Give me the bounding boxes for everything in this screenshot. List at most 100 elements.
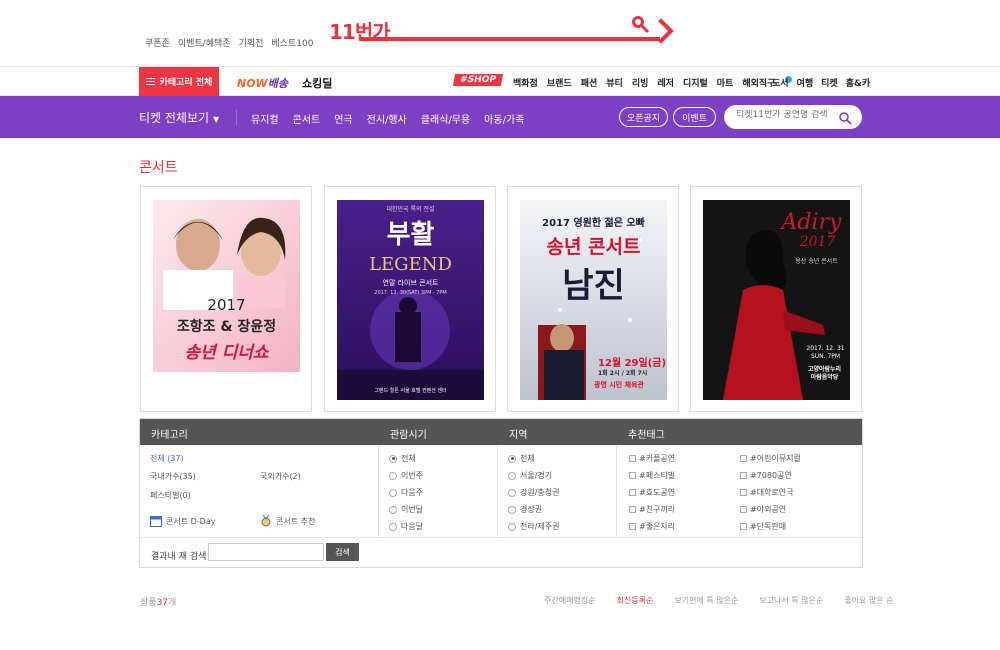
gnb-item-books[interactable]: 도서 (772, 76, 789, 89)
poster-script-title: Adiry (781, 210, 842, 235)
region-option[interactable]: 전라/제주권 (508, 521, 560, 532)
tag-option[interactable]: #어린이뮤지컬 (740, 453, 801, 464)
category-overseas[interactable]: 국외가수(2) (260, 471, 301, 482)
gnb-item-ticket[interactable]: 티켓 (821, 76, 838, 89)
gnb-item-homecar[interactable]: 홈&카 (846, 76, 870, 89)
category-all[interactable]: 전체 (37) (150, 453, 184, 464)
gnb-item-brand[interactable]: 브랜드 (547, 76, 572, 89)
sort-latest[interactable]: 최신등록순 (617, 595, 654, 606)
poster-date: 2017. 12. 31 (806, 345, 845, 352)
checkbox-icon (629, 506, 636, 513)
ticket-tab-classic[interactable]: 클래식/무용 (421, 111, 470, 126)
tag-option[interactable]: #단독판매 (740, 521, 786, 532)
product-card[interactable]: 2017 조항조 & 장윤정 송년 디너쇼 (140, 186, 312, 412)
ticket-tab-kids[interactable]: 아동/가족 (484, 111, 524, 126)
shocking-deal-link[interactable]: 쇼킹딜 (302, 75, 332, 91)
divider (236, 109, 237, 125)
top-link-best[interactable]: 베스트100 (271, 36, 313, 49)
product-card[interactable]: Adiry 2017 용산 송년 콘서트 2017. 12. 31 SUN. 7… (690, 186, 862, 412)
ticket-search-input[interactable] (736, 110, 836, 120)
ticket-tab-concert[interactable]: 콘서트 (293, 111, 321, 126)
poster-artist: 남진 (562, 266, 625, 306)
tag-option[interactable]: #대학로연극 (740, 487, 794, 498)
checkbox-icon (740, 489, 747, 496)
gnb-item-fashion[interactable]: 패션 (581, 76, 598, 89)
tag-option[interactable]: #좋은자리 (629, 521, 675, 532)
result-search-button[interactable]: 검색 (326, 543, 359, 561)
period-option[interactable]: 다음주 (389, 487, 423, 498)
concert-recommend-link[interactable]: 콘서트 추천 (260, 515, 315, 527)
ticket-tab-play[interactable]: 연극 (334, 111, 352, 126)
category-festival[interactable]: 페스티벌(0) (150, 490, 191, 501)
filter-header-region: 지역 (509, 430, 528, 441)
now-delivery-link[interactable]: NOW배송 (237, 75, 288, 91)
ticket-tab-exhibition[interactable]: 전시/행사 (367, 111, 407, 126)
period-option[interactable]: 전체 (389, 453, 416, 464)
category-domestic[interactable]: 국내가수(35) (150, 471, 196, 482)
shop-badge[interactable]: #SHOP (452, 74, 503, 86)
period-option[interactable]: 이번주 (389, 470, 423, 481)
gnb-item-leisure[interactable]: 레저 (657, 76, 674, 89)
gnb-item-living[interactable]: 리빙 (632, 76, 649, 89)
poster-image[interactable]: 2017 조항조 & 장윤정 송년 디너쇼 (153, 200, 300, 400)
poster-time: 1회 2시 / 2회 7시 (598, 370, 648, 377)
sort-post-review[interactable]: 보고나서 특 많은순 (759, 595, 823, 606)
period-option[interactable]: 이번달 (389, 504, 423, 515)
poster-artists: 조항조 & 장윤정 (176, 319, 277, 335)
product-card[interactable]: 대한민국 록의 전설 부활 LEGEND 연말 라이브 콘서트 2017. 12… (324, 186, 496, 412)
poster-subtitle: LEGEND (369, 254, 452, 275)
poster-time: SUN. 7PM (810, 353, 841, 360)
gnb-item-digital[interactable]: 디지털 (683, 76, 708, 89)
open-notice-button[interactable]: 오픈공지 (619, 107, 668, 127)
sort-weekly-rank[interactable]: 주간예매랭킹순 (544, 595, 596, 606)
top-link-event[interactable]: 이벤트/혜택존 (178, 36, 231, 49)
gnb-item-department[interactable]: 백화점 (513, 76, 538, 89)
category-all-button[interactable]: 카테고리 전체 (139, 67, 219, 96)
region-option[interactable]: 강원/충청권 (508, 487, 560, 498)
product-card[interactable]: 2017 영원한 젊은 오빠 송년 콘서트 남진 12월 29일(금) 1회 2… (507, 186, 679, 412)
checkbox-icon (740, 523, 747, 530)
top-link-plan[interactable]: 기획전 (239, 36, 264, 49)
ticket-tab-musical[interactable]: 뮤지컬 (251, 111, 279, 126)
logo-search-bar[interactable] (360, 37, 660, 41)
gnb-item-beauty[interactable]: 뷰티 (606, 76, 623, 89)
tag-option[interactable]: #효도공연 (629, 487, 675, 498)
checkbox-icon (629, 489, 636, 496)
poster-image[interactable]: 2017 영원한 젊은 오빠 송년 콘서트 남진 12월 29일(금) 1회 2… (520, 200, 667, 400)
poster-venue: 그랜드 힐튼 서울 호텔 컨벤션 센터 (374, 388, 447, 394)
top-links: 쿠폰존 이벤트/혜택존 기획전 베스트100 (145, 36, 321, 49)
radio-icon (508, 505, 516, 514)
region-option[interactable]: 전체 (508, 453, 535, 464)
ticket-all-dropdown[interactable]: 티켓 전체보기 ▼ (139, 109, 219, 126)
logo-search-icon[interactable] (632, 16, 650, 38)
poster-show-title: 부활 (386, 220, 435, 250)
concert-dday-label: 콘서트 D-Day (166, 516, 216, 526)
page-title: 콘서트 (139, 160, 178, 176)
tag-option[interactable]: #커플공연 (629, 453, 675, 464)
result-count: 상품37개 (140, 598, 177, 608)
search-icon[interactable] (839, 110, 852, 129)
sort-likes[interactable]: 좋아요 많은 순 (844, 595, 893, 606)
concert-dday-link[interactable]: 콘서트 D-Day (150, 515, 215, 527)
ticket-search-box (724, 105, 862, 129)
event-button[interactable]: 이벤트 (673, 107, 716, 127)
poster-image[interactable]: 대한민국 록의 전설 부활 LEGEND 연말 라이브 콘서트 2017. 12… (337, 200, 484, 400)
filter-region-column: 전체 서울/경기 강원/충청권 경상권 전라/제주권 (498, 445, 617, 537)
gnb-item-travel[interactable]: 여행 (797, 76, 814, 89)
tag-option[interactable]: #페스티벌 (629, 470, 675, 481)
period-option[interactable]: 다음달 (389, 521, 423, 532)
top-link-coupon[interactable]: 쿠폰존 (145, 36, 170, 49)
tag-option[interactable]: #친구끼리 (629, 504, 675, 515)
ticket-menu: 뮤지컬 콘서트 연극 전시/행사 클래식/무용 아동/가족 (251, 111, 538, 126)
result-search-input[interactable] (208, 543, 324, 561)
sort-pre-review[interactable]: 보기편에 특 많은순 (674, 595, 738, 606)
ticket-nav-bar: 티켓 전체보기 ▼ 뮤지컬 콘서트 연극 전시/행사 클래식/무용 아동/가족 오… (0, 96, 1000, 138)
poster-description: 연말 라이브 콘서트 (382, 279, 439, 287)
gnb-item-mart[interactable]: 마트 (717, 76, 734, 89)
tag-option[interactable]: #야외공연 (740, 504, 786, 515)
region-option[interactable]: 경상권 (508, 504, 542, 515)
region-option[interactable]: 서울/경기 (508, 470, 552, 481)
page: 쿠폰존 이벤트/혜택존 기획전 베스트100 11번가 카테고리 전체 NOW배… (0, 0, 1000, 650)
poster-image[interactable]: Adiry 2017 용산 송년 콘서트 2017. 12. 31 SUN. 7… (703, 200, 850, 400)
tag-option[interactable]: #7080공연 (740, 470, 792, 481)
